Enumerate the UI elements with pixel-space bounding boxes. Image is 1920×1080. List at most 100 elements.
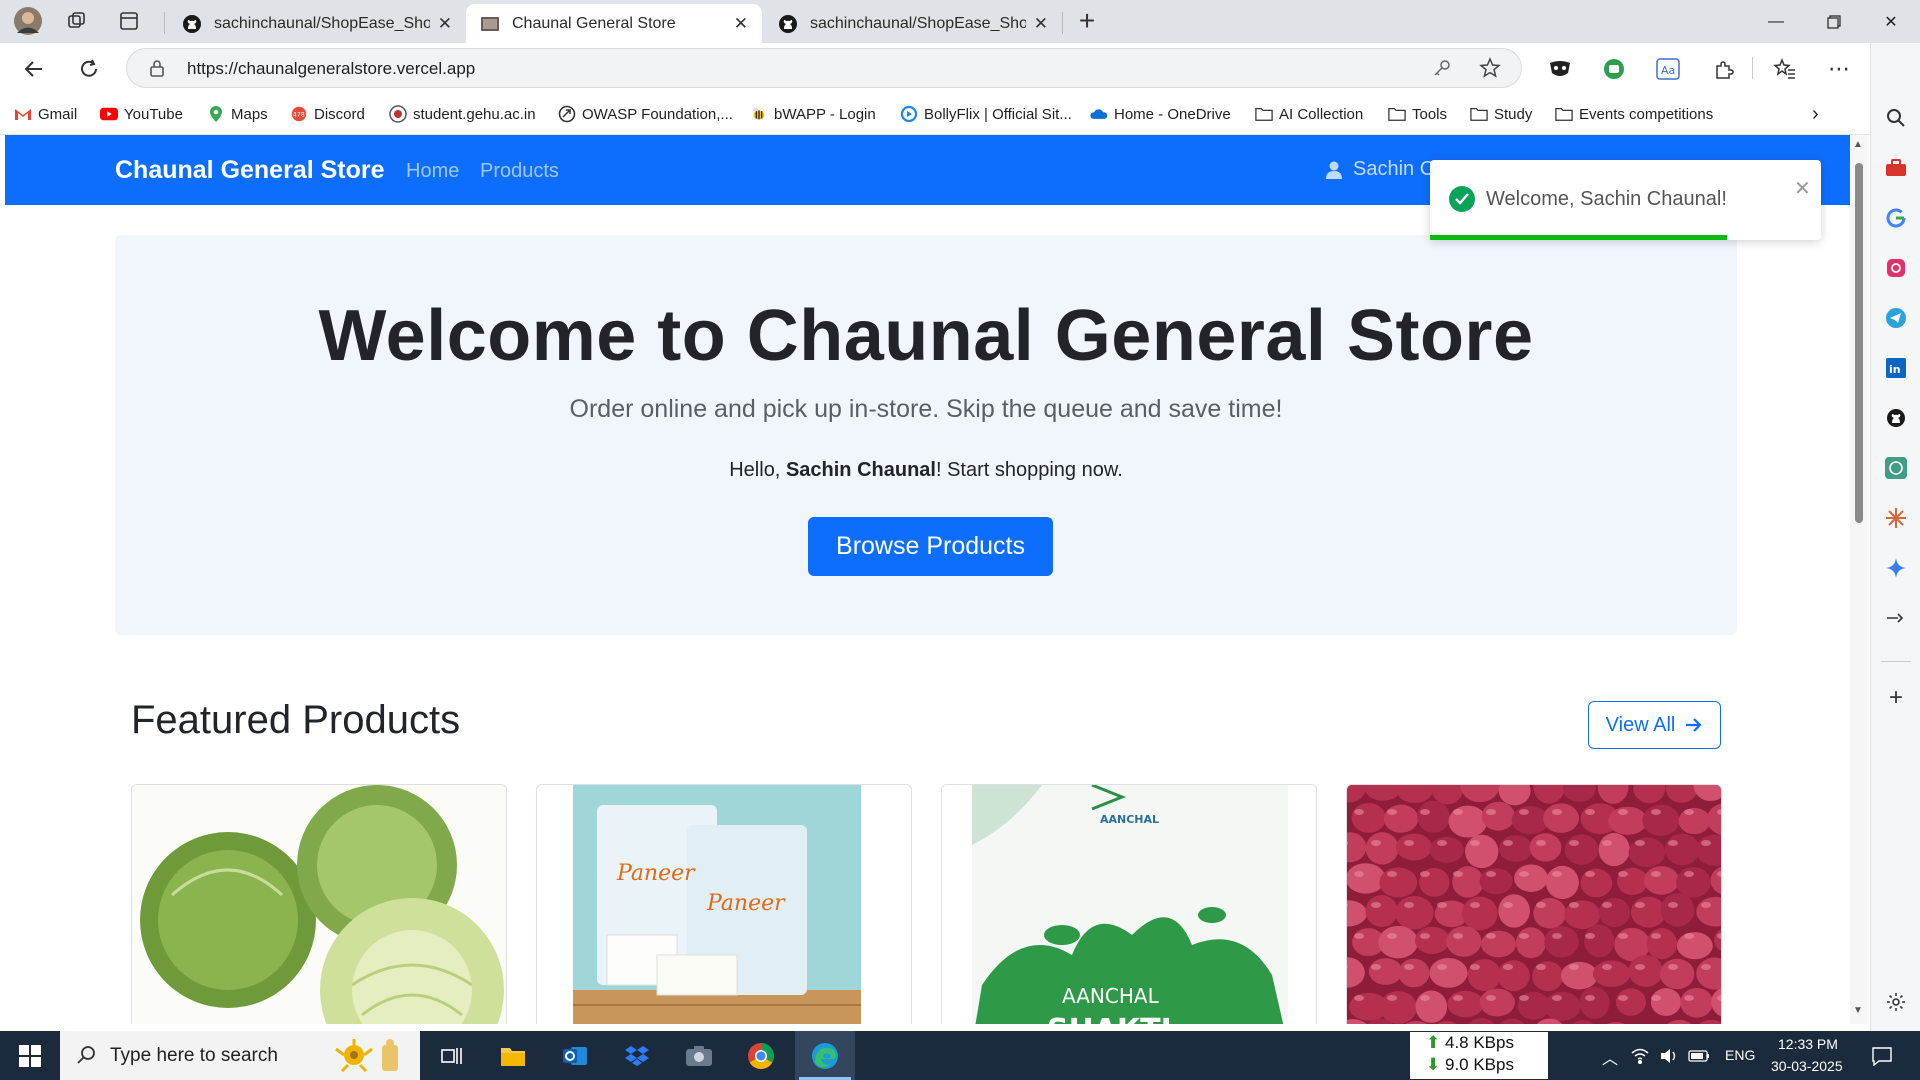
bee-icon (750, 105, 768, 123)
language-indicator[interactable]: ENG (1725, 1047, 1755, 1063)
minimize-icon[interactable]: — (1747, 0, 1805, 43)
restore-icon[interactable] (1805, 0, 1863, 43)
toast-close-icon[interactable]: ✕ (1794, 176, 1811, 201)
user-menu[interactable]: Sachin C (1325, 158, 1434, 181)
arrow-right-icon[interactable] (1883, 605, 1909, 631)
nav-link-home[interactable]: Home (406, 160, 459, 183)
bookmark-maps[interactable]: Maps (207, 102, 268, 126)
new-tab-icon[interactable]: + (1072, 5, 1102, 36)
edge-icon[interactable] (809, 1040, 841, 1072)
tab-github-1[interactable]: sachinchaunal/ShopEase_ShopMa ✕ (168, 4, 466, 43)
nav-link-products[interactable]: Products (480, 160, 559, 183)
product-card-aanchal-milk[interactable]: AANCHAL AANCHAL SHAKTI (941, 784, 1317, 1024)
svg-text:SHAKTI: SHAKTI (1047, 1013, 1172, 1024)
google-icon[interactable] (1883, 205, 1909, 231)
key-icon[interactable] (1433, 59, 1451, 82)
bookmark-tools[interactable]: Tools (1388, 102, 1447, 126)
product-image-onion (1347, 785, 1721, 1024)
linkedin-icon[interactable]: in (1883, 355, 1909, 381)
close-tab-icon[interactable]: ✕ (438, 14, 452, 34)
url-text[interactable]: https://chaunalgeneralstore.vercel.app (187, 59, 475, 79)
view-all-button[interactable]: View All (1588, 701, 1721, 749)
file-explorer-icon[interactable] (497, 1040, 529, 1072)
gemini-icon[interactable] (1883, 555, 1909, 581)
tray-chevron-up-icon[interactable]: ︿ (1602, 1045, 1618, 1069)
bookmark-bollyflix[interactable]: BollyFlix | Official Sit... (900, 102, 1072, 126)
instagram-icon[interactable] (1883, 255, 1909, 281)
wifi-icon[interactable] (1627, 1040, 1653, 1072)
search-icon[interactable] (1883, 105, 1909, 131)
tab-chaunal-store[interactable]: Chaunal General Store ✕ (466, 4, 762, 43)
bookmark-study[interactable]: Study (1470, 102, 1532, 126)
product-card-paneer[interactable]: Paneer Paneer (536, 784, 912, 1024)
site-brand[interactable]: Chaunal General Store (115, 156, 385, 185)
outlook-icon[interactable] (559, 1040, 591, 1072)
search-icon (77, 1046, 95, 1064)
settings-gear-icon[interactable] (1883, 989, 1909, 1015)
scroll-down-arrow-icon[interactable]: ▼ (1853, 1005, 1863, 1016)
more-menu-icon[interactable]: ⋯ (1823, 53, 1855, 85)
svg-text:Paneer: Paneer (706, 891, 786, 916)
favorites-icon[interactable] (1769, 53, 1801, 85)
chatgpt-icon[interactable] (1883, 455, 1909, 481)
owasp-icon (558, 105, 576, 123)
bookmark-owasp[interactable]: OWASP Foundation,... (558, 102, 733, 126)
battery-icon[interactable] (1686, 1040, 1712, 1072)
bookmark-onedrive[interactable]: Home - OneDrive (1090, 102, 1231, 126)
toolbox-icon[interactable] (1883, 155, 1909, 181)
volume-icon[interactable] (1656, 1040, 1682, 1072)
favorite-star-icon[interactable] (1479, 57, 1501, 84)
add-sidebar-app-icon[interactable]: + (1883, 684, 1909, 711)
back-arrow-icon[interactable] (18, 53, 50, 85)
page-viewport: Chaunal General Store Home Products Sach… (5, 135, 1850, 1024)
reload-icon[interactable] (73, 53, 105, 85)
folder-icon (1555, 105, 1573, 123)
clock-time[interactable]: 12:33 PM (1778, 1036, 1838, 1052)
notifications-icon[interactable] (1866, 1040, 1898, 1072)
camera-icon[interactable] (683, 1040, 715, 1072)
net-upload: 4.8 KBps (1444, 1033, 1514, 1052)
workspaces-icon[interactable] (62, 8, 92, 34)
scroll-thumb[interactable] (1855, 163, 1863, 523)
chrome-icon[interactable] (745, 1040, 777, 1072)
taskbar-search-box[interactable]: Type here to search (60, 1031, 420, 1080)
read-aloud-icon[interactable]: Aa (1652, 53, 1684, 85)
tab-github-2[interactable]: sachinchaunal/ShopEase_ShopMa ✕ (764, 4, 1062, 43)
product-card-onion[interactable] (1346, 784, 1722, 1024)
bookmark-ai-collection[interactable]: AI Collection (1255, 102, 1363, 126)
bookmark-bwapp[interactable]: bWAPP - Login (750, 102, 876, 126)
url-bar[interactable]: https://chaunalgeneralstore.vercel.app (126, 48, 1522, 88)
close-window-icon[interactable]: ✕ (1862, 0, 1920, 43)
vertical-tabs-icon[interactable] (114, 8, 144, 34)
close-tab-icon[interactable]: ✕ (734, 14, 748, 34)
page-scrollbar[interactable]: ▲ ▼ (1850, 135, 1868, 1024)
hero-title: Welcome to Chaunal General Store (318, 296, 1534, 376)
bollyflix-icon (900, 105, 918, 123)
hero-section: Welcome to Chaunal General Store Order o… (115, 235, 1737, 635)
upload-arrow-icon: ⬆ (1426, 1033, 1441, 1052)
bookmark-events-competitions[interactable]: Events competitions (1555, 102, 1713, 126)
claude-icon[interactable] (1883, 505, 1909, 531)
task-view-icon[interactable] (436, 1040, 468, 1072)
product-card-cabbage[interactable] (131, 784, 507, 1024)
github-icon[interactable] (1883, 405, 1909, 431)
bookmark-gmail[interactable]: Gmail (14, 102, 77, 126)
clock-date[interactable]: 30-03-2025 (1771, 1058, 1843, 1074)
bookmark-discord[interactable]: 478 Discord (290, 102, 365, 126)
bookmark-student-gehu[interactable]: student.gehu.ac.in (389, 102, 536, 126)
browse-products-button[interactable]: Browse Products (808, 517, 1053, 576)
svg-text:AANCHAL: AANCHAL (1062, 984, 1160, 1008)
bookmark-youtube[interactable]: YouTube (100, 102, 183, 126)
telegram-icon[interactable] (1883, 305, 1909, 331)
dropbox-icon[interactable] (621, 1040, 653, 1072)
network-speed-widget: ⬆ 4.8 KBps ⬇ 9.0 KBps (1410, 1032, 1548, 1079)
extension-mask-icon[interactable] (1544, 53, 1576, 85)
windows-start-icon[interactable] (14, 1040, 46, 1072)
lock-icon[interactable] (149, 59, 165, 82)
scroll-up-arrow-icon[interactable]: ▲ (1853, 139, 1863, 150)
profile-avatar[interactable] (12, 7, 44, 35)
extensions-puzzle-icon[interactable] (1708, 53, 1740, 85)
close-tab-icon[interactable]: ✕ (1034, 14, 1048, 34)
bookmarks-overflow-chevron-icon[interactable]: › (1812, 102, 1819, 126)
extension-green-icon[interactable] (1598, 53, 1630, 85)
